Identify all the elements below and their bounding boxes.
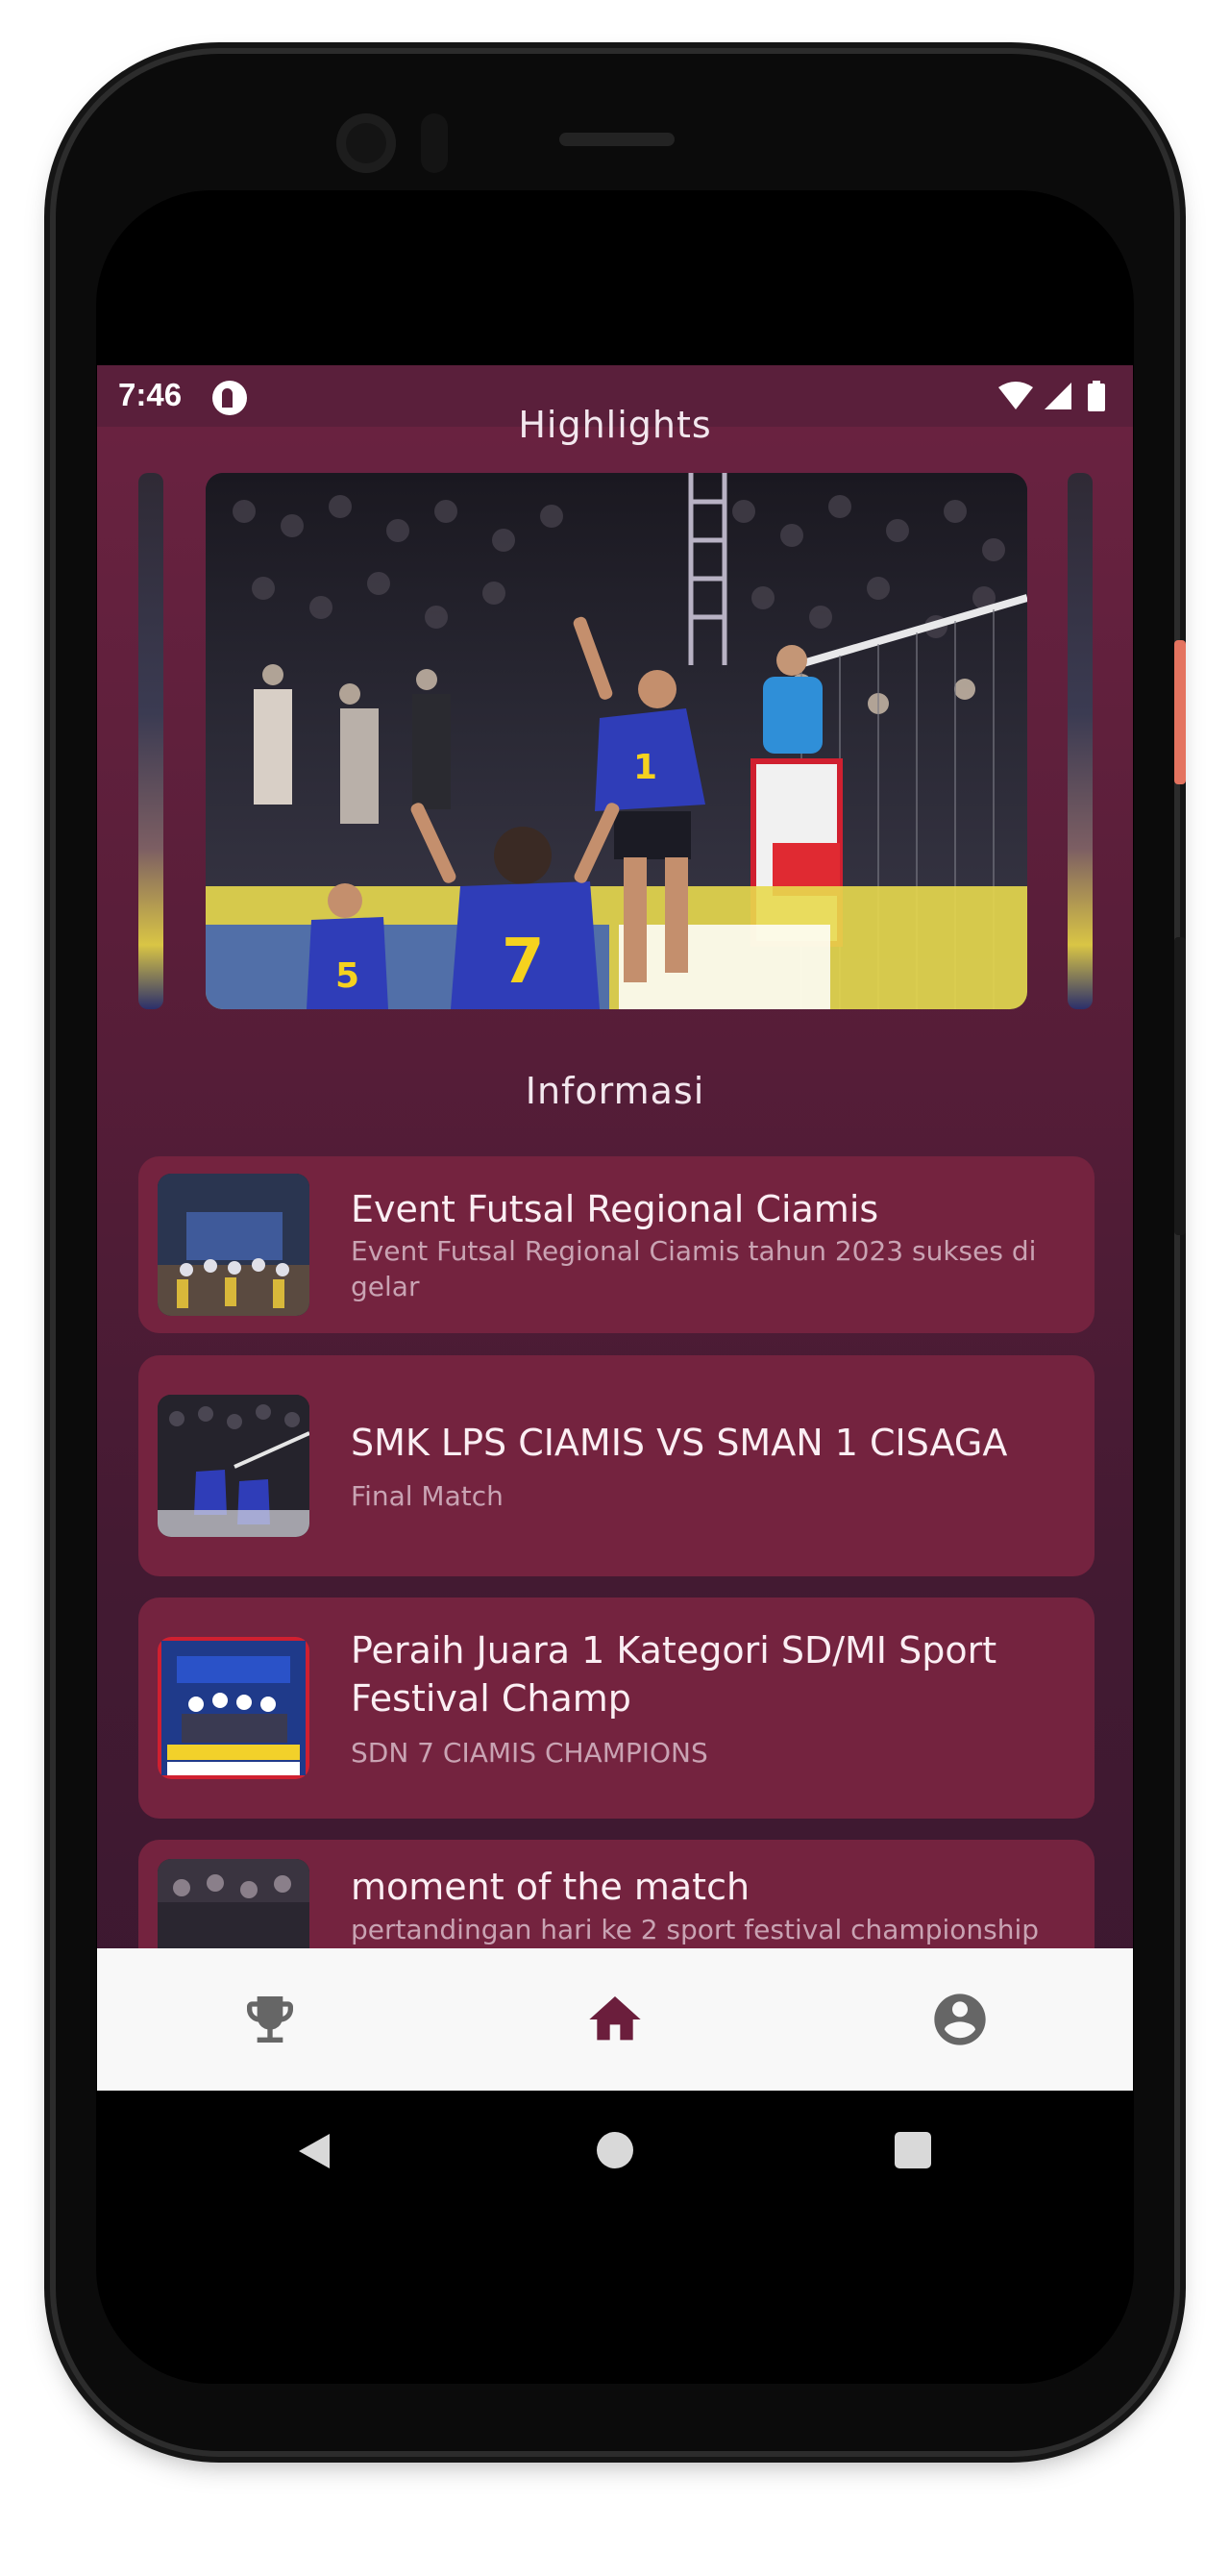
nav-tab-home[interactable] [584,1989,646,2050]
app-screen: 7:46 Highlights 1 7 5 Informasi Event Fu… [97,365,1133,2091]
news-subtitle: Event Futsal Regional Ciamis tahun 2023 … [351,1235,1037,1302]
carousel-previous-slide[interactable] [138,473,163,1009]
svg-text:7: 7 [502,927,545,998]
earpiece-speaker [559,133,675,146]
carousel-next-slide[interactable] [1068,473,1093,1009]
news-thumbnail [158,1637,309,1779]
power-button [1174,640,1186,784]
front-camera [336,113,396,173]
news-title: Peraih Juara 1 Kategori SD/MI Sport Fest… [351,1629,997,1720]
bottom-navigation [97,1948,1133,2091]
news-subtitle: Final Match [351,1480,504,1512]
highlights-title: Highlights [518,404,712,446]
home-circle-icon[interactable] [597,2132,633,2168]
home-icon [589,1996,641,2041]
news-title: Event Futsal Regional Ciamis [351,1188,879,1230]
proximity-sensor [421,113,448,173]
system-navigation-bar [97,2091,1133,2216]
news-thumbnail [158,1395,309,1537]
svg-text:1: 1 [633,748,657,787]
news-title: SMK LPS CIAMIS VS SMAN 1 CISAGA [351,1422,1008,1464]
back-icon[interactable] [295,2132,333,2174]
nav-tab-trophy[interactable] [239,1989,301,2050]
account-icon [934,1994,986,2045]
news-thumbnail [158,1174,309,1316]
news-subtitle: SDN 7 CIAMIS CHAMPIONS [351,1737,708,1769]
news-title: moment of the match [351,1866,750,1908]
list-item[interactable]: Event Futsal Regional Ciamis Event Futsa… [138,1156,1095,1333]
news-subtitle: pertandingan hari ke 2 sport festival ch… [351,1914,1040,1945]
trophy-icon [247,1996,293,2043]
volume-button [1174,937,1186,1235]
list-item[interactable]: Peraih Juara 1 Kategori SD/MI Sport Fest… [138,1598,1095,1819]
volleyball-photo: 1 7 5 [206,473,1027,1009]
recents-icon[interactable] [895,2132,931,2168]
svg-text:5: 5 [335,956,359,996]
nav-tab-profile[interactable] [929,1989,991,2050]
highlight-image[interactable]: 1 7 5 [206,473,1027,1009]
list-item[interactable]: SMK LPS CIAMIS VS SMAN 1 CISAGA Final Ma… [138,1355,1095,1576]
informasi-title: Informasi [525,1070,705,1112]
